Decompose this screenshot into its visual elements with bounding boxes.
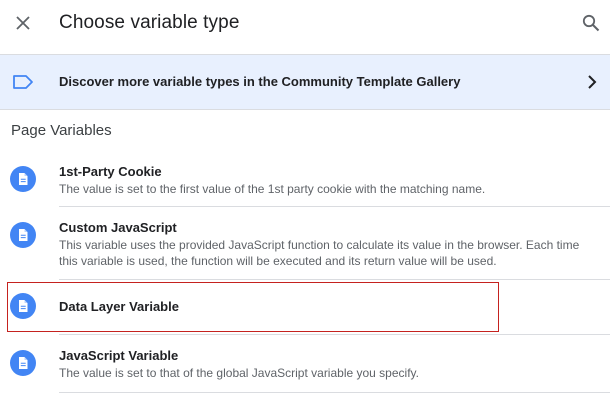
page-title: Choose variable type [59, 12, 240, 33]
search-button[interactable] [578, 10, 604, 36]
search-icon [582, 14, 600, 32]
variable-type-data-layer-variable[interactable]: Data Layer Variable [0, 280, 610, 332]
document-icon [10, 222, 36, 248]
close-button[interactable] [10, 10, 36, 36]
community-gallery-banner[interactable]: Discover more variable types in the Comm… [0, 54, 610, 110]
dialog-header: Choose variable type [0, 0, 610, 54]
item-title: Data Layer Variable [59, 299, 179, 314]
item-title: JavaScript Variable [59, 348, 179, 363]
item-description: The value is set to the first value of t… [59, 182, 486, 196]
variable-type-javascript-variable[interactable]: JavaScript Variable The value is set to … [0, 335, 610, 393]
chevron-right-icon [588, 75, 597, 89]
label-tag-icon [13, 75, 33, 89]
close-icon [16, 16, 30, 30]
variable-type-custom-javascript[interactable]: Custom JavaScript This variable uses the… [0, 207, 610, 279]
section-title: Page Variables [11, 122, 112, 139]
document-icon [10, 166, 36, 192]
divider [59, 392, 610, 393]
item-title: 1st-Party Cookie [59, 164, 162, 179]
item-description: The value is set to that of the global J… [59, 366, 419, 380]
item-title: Custom JavaScript [59, 220, 177, 235]
variable-type-first-party-cookie[interactable]: 1st-Party Cookie The value is set to the… [0, 150, 610, 206]
document-icon [10, 350, 36, 376]
banner-text: Discover more variable types in the Comm… [59, 74, 461, 89]
document-icon [10, 293, 36, 319]
item-description: This variable uses the provided JavaScri… [59, 238, 580, 268]
